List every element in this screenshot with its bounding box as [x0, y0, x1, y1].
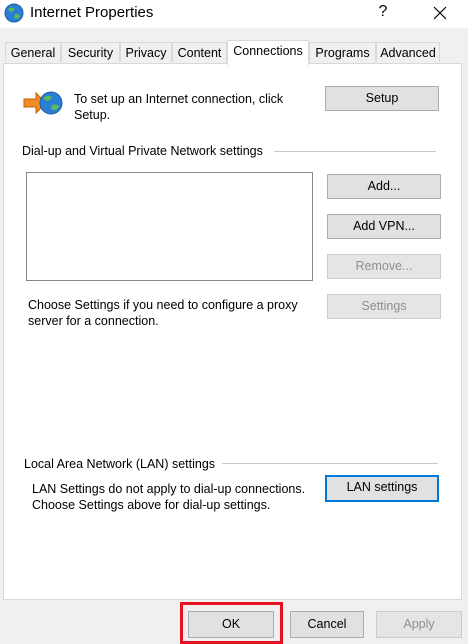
tab-security[interactable]: Security — [61, 42, 120, 62]
network-setup-globe-arrow-icon — [23, 91, 63, 115]
cancel-button[interactable]: Cancel — [290, 611, 364, 638]
tab-privacy[interactable]: Privacy — [120, 42, 172, 62]
help-button[interactable]: ? — [370, 0, 396, 26]
title-bar: Internet Properties ? — [0, 0, 468, 28]
tab-strip: General Security Privacy Content Connect… — [5, 40, 465, 65]
tab-general-label: General — [10, 46, 56, 60]
tab-advanced[interactable]: Advanced — [376, 42, 440, 62]
add-vpn-button[interactable]: Add VPN... — [327, 214, 441, 239]
tab-privacy-label: Privacy — [125, 46, 167, 60]
tab-security-label: Security — [67, 46, 114, 60]
window-title: Internet Properties — [30, 4, 154, 21]
lan-settings-button[interactable]: LAN settings — [325, 475, 439, 502]
close-button[interactable] — [424, 0, 456, 26]
tab-connections[interactable]: Connections — [227, 40, 309, 65]
setup-button[interactable]: Setup — [325, 86, 439, 111]
dialup-section-divider — [274, 151, 436, 152]
setup-button-label: Setup — [365, 91, 399, 105]
tab-connections-label: Connections — [233, 44, 303, 58]
close-icon — [433, 6, 447, 20]
lan-settings-button-label: LAN settings — [346, 480, 418, 494]
settings-button-label: Settings — [361, 299, 407, 313]
add-vpn-button-label: Add VPN... — [353, 219, 415, 233]
internet-properties-dialog: Internet Properties ? General Security P… — [0, 0, 468, 644]
remove-button[interactable]: Remove... — [327, 254, 441, 279]
apply-button[interactable]: Apply — [376, 611, 462, 638]
cancel-button-label: Cancel — [307, 617, 347, 631]
remove-button-label: Remove... — [355, 259, 413, 273]
dialup-section-heading: Dial-up and Virtual Private Network sett… — [22, 144, 263, 158]
setup-description: To set up an Internet connection, click … — [74, 92, 284, 122]
apply-button-label: Apply — [403, 617, 435, 631]
settings-description: Choose Settings if you need to configure… — [28, 298, 298, 328]
tab-programs[interactable]: Programs — [309, 42, 376, 62]
help-label: ? — [378, 3, 388, 20]
tab-advanced-label: Advanced — [380, 46, 436, 60]
internet-properties-globe-icon — [4, 3, 24, 23]
tab-general[interactable]: General — [5, 42, 61, 62]
lan-section-divider — [222, 463, 438, 464]
tab-content-label: Content — [177, 46, 222, 60]
lan-description: LAN Settings do not apply to dial-up con… — [32, 482, 306, 512]
lan-section-heading: Local Area Network (LAN) settings — [24, 457, 216, 471]
settings-button[interactable]: Settings — [327, 294, 441, 319]
tab-content[interactable]: Content — [172, 42, 227, 62]
tab-programs-label: Programs — [315, 46, 370, 60]
add-button-label: Add... — [367, 179, 401, 193]
add-button[interactable]: Add... — [327, 174, 441, 199]
ok-button-highlight — [180, 602, 283, 644]
connections-listbox[interactable] — [26, 172, 313, 281]
